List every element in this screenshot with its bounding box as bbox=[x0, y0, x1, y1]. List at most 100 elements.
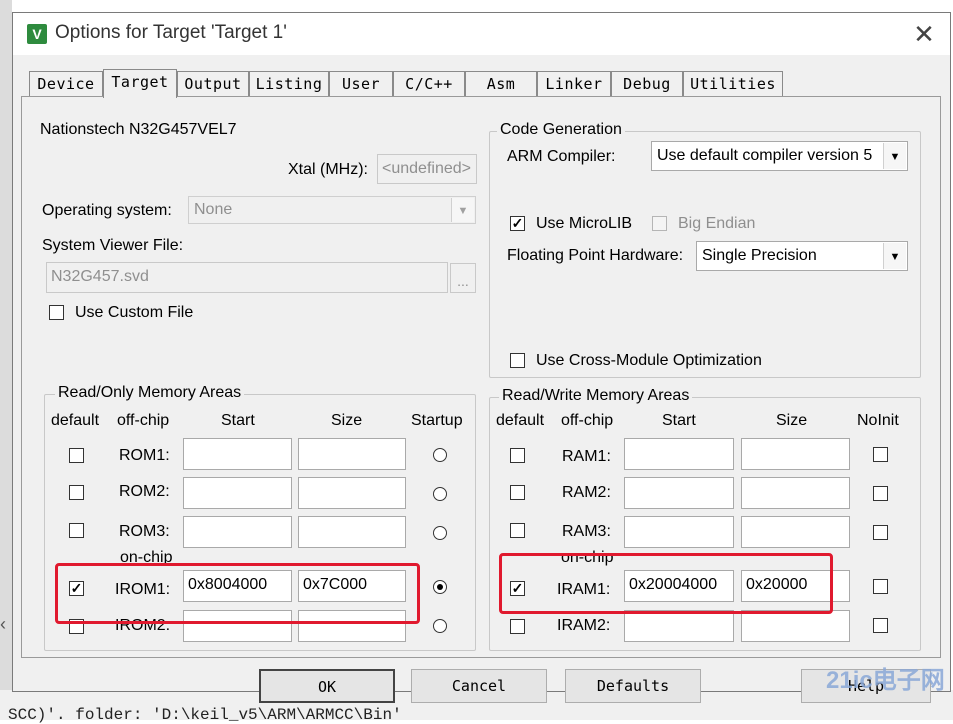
rw-header-default: default bbox=[496, 412, 545, 429]
irom2-startup-radio[interactable] bbox=[433, 619, 447, 633]
options-dialog: V Options for Target 'Target 1' ✕ Device… bbox=[12, 12, 951, 703]
rom2-default-checkbox[interactable] bbox=[69, 485, 84, 500]
title-bar: V Options for Target 'Target 1' ✕ bbox=[13, 13, 950, 55]
ram1-noinit-checkbox[interactable] bbox=[873, 447, 888, 462]
ram1-size-field[interactable] bbox=[741, 438, 850, 470]
target-tab-panel: Nationstech N32G457VEL7 Xtal (MHz): <und… bbox=[21, 96, 941, 658]
tab-debug[interactable]: Debug bbox=[611, 71, 683, 96]
rom2-startup-radio[interactable] bbox=[433, 487, 447, 501]
tab-user[interactable]: User bbox=[329, 71, 393, 96]
big-endian-checkbox[interactable] bbox=[652, 216, 667, 231]
rom3-default-checkbox[interactable] bbox=[69, 523, 84, 538]
rom2-start-field[interactable] bbox=[183, 477, 292, 509]
iram2-default-checkbox[interactable] bbox=[510, 619, 525, 634]
microlib-checkbox[interactable]: ✓ bbox=[510, 216, 525, 231]
compiler-label: ARM Compiler: bbox=[507, 148, 616, 165]
fpu-select[interactable]: Single Precision ▼ bbox=[696, 241, 908, 271]
keil-app-icon: V bbox=[27, 24, 47, 44]
xtal-label: Xtal (MHz): bbox=[288, 161, 368, 178]
iram2-label: IRAM2: bbox=[557, 617, 611, 634]
ram2-label: RAM2: bbox=[562, 484, 611, 501]
os-select[interactable]: None ▼ bbox=[188, 196, 476, 224]
tab-target[interactable]: Target bbox=[103, 69, 177, 98]
ram3-start-field[interactable] bbox=[624, 516, 734, 548]
rw-header-size: Size bbox=[776, 412, 808, 429]
chevron-down-icon: ▼ bbox=[883, 143, 906, 169]
rom3-startup-radio[interactable] bbox=[433, 526, 447, 540]
chevron-down-icon: ▼ bbox=[883, 243, 906, 269]
svf-label: System Viewer File: bbox=[42, 237, 184, 254]
iram2-size-field[interactable] bbox=[741, 610, 850, 642]
ok-button[interactable]: OK bbox=[259, 669, 395, 703]
device-name: Nationstech N32G457VEL7 bbox=[40, 121, 237, 138]
ro-header-size: Size bbox=[331, 412, 363, 429]
rw-header-noinit: NoInit bbox=[857, 412, 899, 429]
tab-c-cpp[interactable]: C/C++ bbox=[393, 71, 465, 96]
scroll-left-icon[interactable]: ‹ bbox=[0, 614, 12, 635]
rom1-start-field[interactable] bbox=[183, 438, 292, 470]
os-label: Operating system: bbox=[42, 202, 172, 219]
iram1-highlight-box bbox=[499, 553, 833, 614]
ram1-label: RAM1: bbox=[562, 448, 611, 465]
ram3-label: RAM3: bbox=[562, 523, 611, 540]
dialog-title: Options for Target 'Target 1' bbox=[55, 22, 287, 43]
ram2-default-checkbox[interactable] bbox=[510, 485, 525, 500]
rom1-startup-radio[interactable] bbox=[433, 448, 447, 462]
xtal-field[interactable]: <undefined> bbox=[377, 154, 477, 184]
iram2-start-field[interactable] bbox=[624, 610, 734, 642]
ram2-noinit-checkbox[interactable] bbox=[873, 486, 888, 501]
rw-memory-title: Read/Write Memory Areas bbox=[499, 387, 693, 405]
ram3-size-field[interactable] bbox=[741, 516, 850, 548]
microlib-label: Use MicroLIB bbox=[536, 215, 633, 232]
tab-listing[interactable]: Listing bbox=[249, 71, 329, 96]
compiler-select[interactable]: Use default compiler version 5 ▼ bbox=[651, 141, 908, 171]
ram2-start-field[interactable] bbox=[624, 477, 734, 509]
rw-header-start: Start bbox=[662, 412, 696, 429]
tab-output[interactable]: Output bbox=[177, 71, 249, 96]
ram1-start-field[interactable] bbox=[624, 438, 734, 470]
rom2-size-field[interactable] bbox=[298, 477, 406, 509]
ro-header-startup: Startup bbox=[411, 412, 463, 429]
big-endian-label: Big Endian bbox=[678, 215, 756, 232]
tab-device[interactable]: Device bbox=[29, 71, 103, 96]
rom2-label: ROM2: bbox=[119, 483, 170, 500]
ram3-default-checkbox[interactable] bbox=[510, 523, 525, 538]
rom1-default-checkbox[interactable] bbox=[69, 448, 84, 463]
defaults-button[interactable]: Defaults bbox=[565, 669, 701, 703]
custom-file-checkbox[interactable] bbox=[49, 305, 64, 320]
tab-linker[interactable]: Linker bbox=[537, 71, 611, 96]
chevron-down-icon: ▼ bbox=[451, 198, 474, 222]
rom3-start-field[interactable] bbox=[183, 516, 292, 548]
background-status-line: SCC)'. folder: 'D:\keil_v5\ARM\ARMCC\Bin… bbox=[8, 706, 402, 724]
svf-browse-button[interactable]: ... bbox=[450, 263, 476, 293]
compiler-value: Use default compiler version 5 bbox=[657, 147, 873, 164]
tab-utilities[interactable]: Utilities bbox=[683, 71, 783, 96]
cross-module-checkbox[interactable] bbox=[510, 353, 525, 368]
irom1-startup-radio[interactable] bbox=[433, 580, 447, 594]
iram2-noinit-checkbox[interactable] bbox=[873, 618, 888, 633]
svf-field[interactable]: N32G457.svd bbox=[46, 262, 448, 293]
ro-memory-title: Read/Only Memory Areas bbox=[55, 384, 245, 402]
ro-header-default: default bbox=[51, 412, 100, 429]
close-icon[interactable]: ✕ bbox=[909, 19, 939, 49]
site-watermark: 21ic电子网 bbox=[826, 667, 945, 694]
os-value: None bbox=[194, 201, 233, 218]
rom3-size-field[interactable] bbox=[298, 516, 406, 548]
rw-header-offchip: off-chip bbox=[561, 412, 614, 429]
tab-asm[interactable]: Asm bbox=[465, 71, 537, 96]
iram1-noinit-checkbox[interactable] bbox=[873, 579, 888, 594]
cancel-button[interactable]: Cancel bbox=[411, 669, 547, 703]
ram2-size-field[interactable] bbox=[741, 477, 850, 509]
rom1-size-field[interactable] bbox=[298, 438, 406, 470]
ram3-noinit-checkbox[interactable] bbox=[873, 525, 888, 540]
ro-header-start: Start bbox=[221, 412, 255, 429]
background-editor-strip bbox=[0, 0, 12, 720]
fpu-value: Single Precision bbox=[702, 247, 817, 264]
rom1-label: ROM1: bbox=[119, 447, 170, 464]
ro-header-offchip: off-chip bbox=[117, 412, 170, 429]
code-generation-title: Code Generation bbox=[497, 121, 625, 139]
rom3-label: ROM3: bbox=[119, 523, 170, 540]
fpu-label: Floating Point Hardware: bbox=[507, 247, 684, 264]
custom-file-label: Use Custom File bbox=[75, 304, 194, 321]
ram1-default-checkbox[interactable] bbox=[510, 448, 525, 463]
